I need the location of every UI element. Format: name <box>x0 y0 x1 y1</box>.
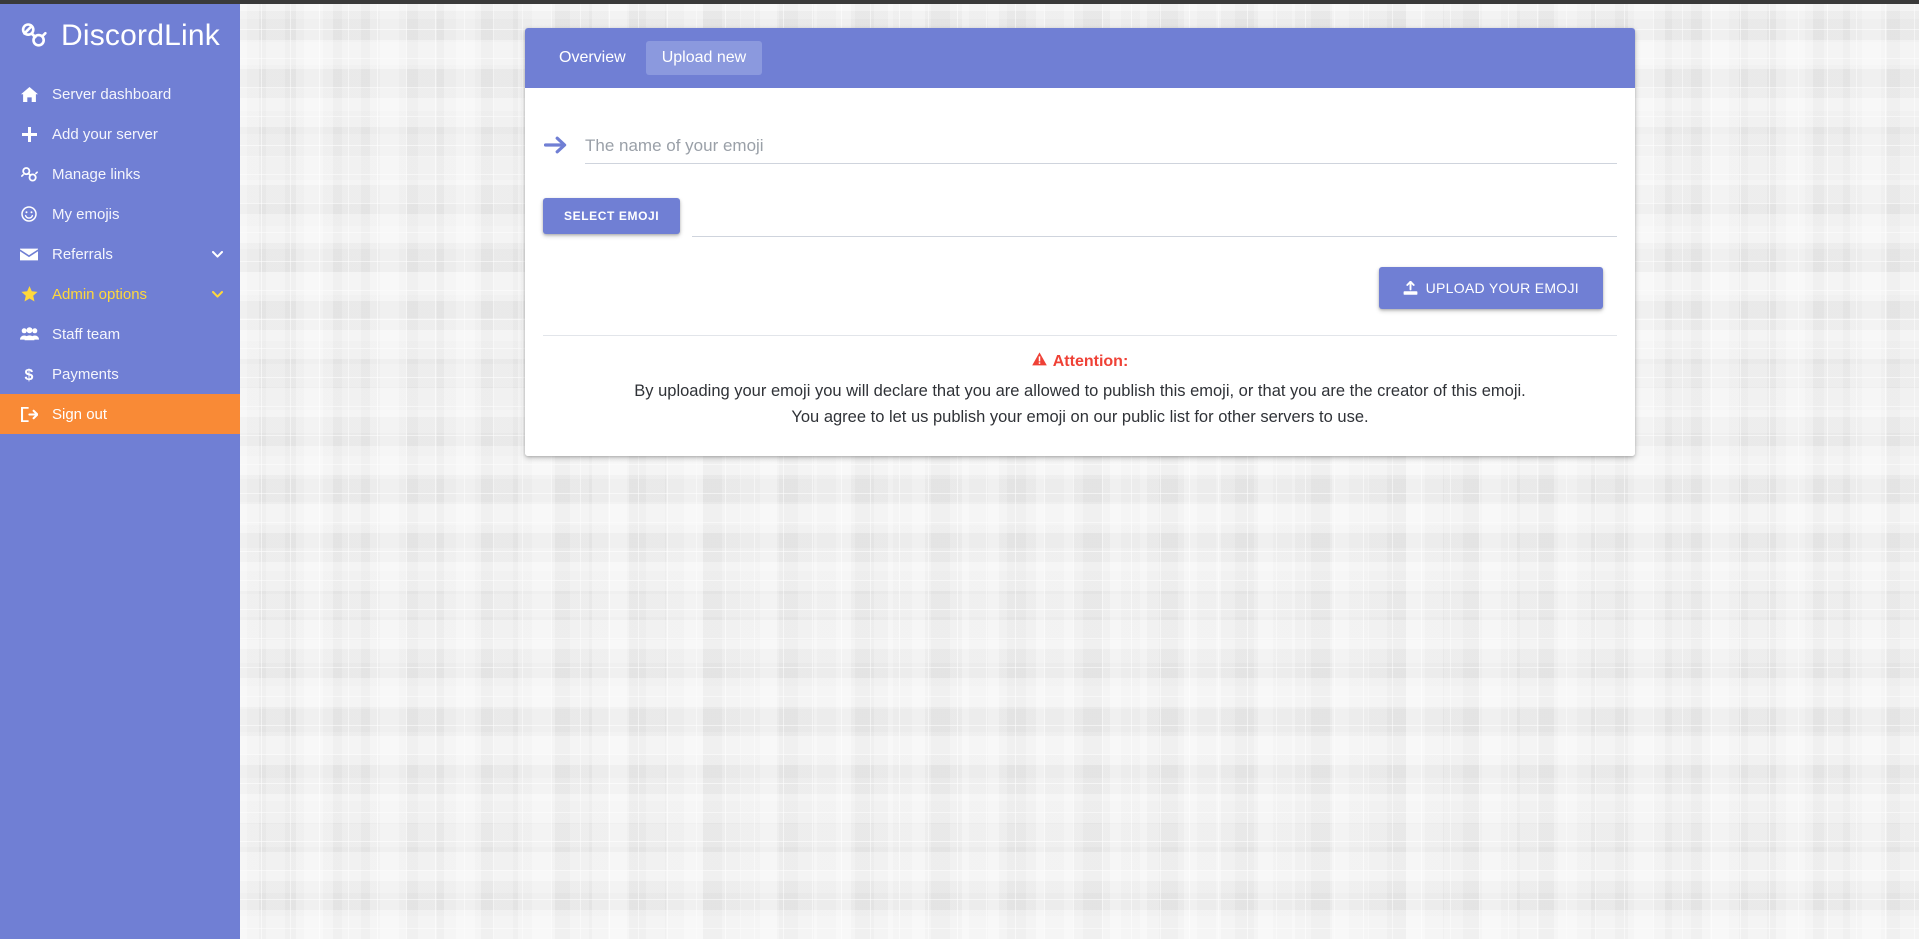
sidebar-item-label: Referrals <box>52 245 113 263</box>
emoji-name-row <box>543 88 1617 164</box>
sidebar-item-label: Staff team <box>52 325 121 343</box>
sidebar-item-label: Server dashboard <box>52 85 172 103</box>
emoji-name-input[interactable] <box>585 136 1617 156</box>
home-icon <box>18 85 40 103</box>
sidebar-item-add-your-server[interactable]: Add your server <box>0 114 240 154</box>
card-body: Select emoji Upload your emoji <box>525 88 1635 457</box>
chevron-down-icon[interactable] <box>210 247 224 261</box>
dollar-icon: $ <box>18 365 40 383</box>
attention-line-2: You agree to let us publish your emoji o… <box>791 407 1369 426</box>
emoji-file-underline[interactable] <box>692 236 1617 237</box>
brand-logo[interactable]: DiscordLink <box>0 4 240 74</box>
plus-icon <box>18 125 40 143</box>
select-emoji-button[interactable]: Select emoji <box>543 198 681 234</box>
sidebar-item-sign-out[interactable]: Sign out <box>0 394 240 434</box>
svg-text:$: $ <box>25 367 34 383</box>
sidebar-item-payments[interactable]: $ Payments <box>0 354 240 394</box>
sidebar-nav: Server dashboard Add your server Manage … <box>0 74 240 434</box>
arrow-right-icon <box>543 132 569 158</box>
sidebar-item-label: Admin options <box>52 285 148 303</box>
sidebar-item-staff-team[interactable]: Staff team <box>0 314 240 354</box>
users-icon <box>18 325 40 343</box>
smile-icon <box>18 205 40 223</box>
sidebar-item-label: Add your server <box>52 125 158 143</box>
attention-title: Attention: <box>1052 352 1129 370</box>
sidebar-item-my-emojis[interactable]: My emojis <box>0 194 240 234</box>
sidebar-item-label: My emojis <box>52 205 120 223</box>
star-icon <box>18 285 40 303</box>
brand-name: DiscordLink <box>61 19 220 52</box>
link-icon <box>18 165 40 183</box>
card-tab-bar: Overview Upload new <box>525 28 1635 88</box>
tab-overview[interactable]: Overview <box>543 41 642 75</box>
upload-emoji-card: Overview Upload new Select emoji <box>525 28 1635 457</box>
sidebar-item-server-dashboard[interactable]: Server dashboard <box>0 74 240 114</box>
browser-top-edge <box>0 0 1919 4</box>
sidebar-item-label: Manage links <box>52 165 141 183</box>
sidebar: DiscordLink Server dashboard Add your se… <box>0 0 240 939</box>
tab-upload-new[interactable]: Upload new <box>645 41 763 75</box>
sidebar-item-referrals[interactable]: Referrals <box>0 234 240 274</box>
sidebar-item-label: Payments <box>52 365 119 383</box>
main-content: Overview Upload new Select emoji <box>240 4 1919 939</box>
sidebar-item-admin-options[interactable]: Admin options <box>0 274 240 314</box>
upload-action-row: Upload your emoji <box>543 237 1617 335</box>
upload-your-emoji-button[interactable]: Upload your emoji <box>1378 267 1603 309</box>
emoji-name-underline <box>585 136 1617 164</box>
warning-triangle-icon <box>1031 352 1047 371</box>
envelope-icon <box>18 245 40 263</box>
signout-icon <box>18 405 40 423</box>
sidebar-item-manage-links[interactable]: Manage links <box>0 154 240 194</box>
upload-button-label: Upload your emoji <box>1425 280 1579 296</box>
upload-icon <box>1403 280 1418 296</box>
attention-line-1: By uploading your emoji you will declare… <box>634 382 1526 400</box>
emoji-file-row: Select emoji <box>543 164 1617 237</box>
sidebar-item-label: Sign out <box>52 405 108 423</box>
chevron-down-icon[interactable] <box>210 287 224 301</box>
attention-notice: Attention: By uploading your emoji you w… <box>543 336 1617 456</box>
link-chain-icon <box>18 20 50 52</box>
attention-title-row: Attention: <box>1031 352 1129 371</box>
